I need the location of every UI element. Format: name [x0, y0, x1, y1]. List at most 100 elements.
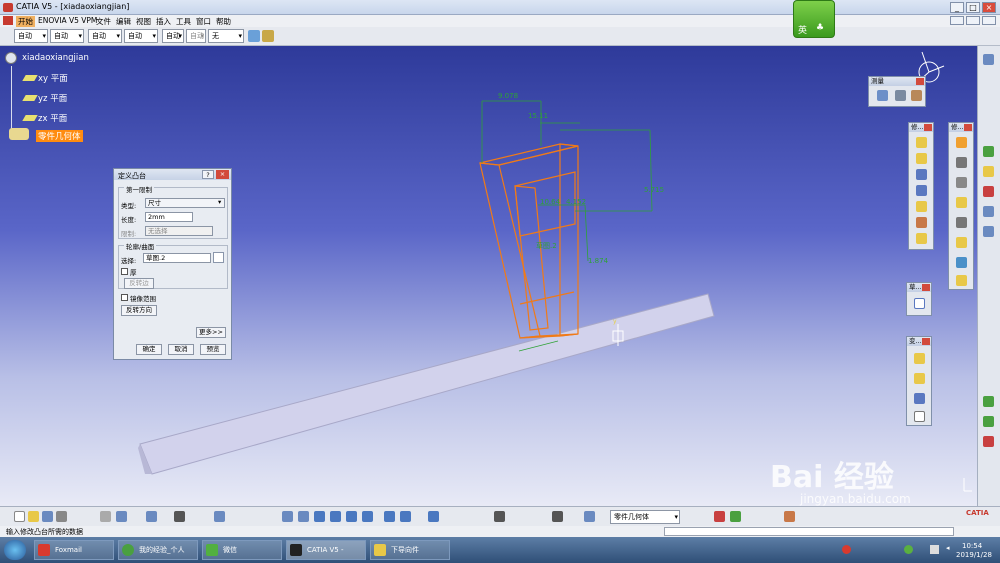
- task-wechat[interactable]: 微信: [202, 540, 282, 560]
- plane-tool-icon[interactable]: [983, 206, 994, 217]
- rotate-icon[interactable]: [330, 511, 341, 522]
- tree-item-body[interactable]: 零件几何体: [36, 130, 83, 142]
- ime-indicator[interactable]: 英 ♣: [793, 0, 835, 38]
- undo-icon[interactable]: [116, 511, 127, 522]
- measure-item-icon[interactable]: [895, 90, 906, 101]
- dialog-help-button[interactable]: ?: [202, 170, 214, 179]
- material-icon[interactable]: [730, 511, 741, 522]
- hole-icon[interactable]: [916, 201, 927, 212]
- menu-start[interactable]: 开始: [16, 16, 35, 27]
- body-combo[interactable]: 零件几何体: [610, 510, 680, 524]
- more-button[interactable]: 更多>>: [196, 327, 226, 338]
- render-combo[interactable]: 无: [208, 29, 244, 43]
- color-combo[interactable]: 自动: [14, 29, 48, 43]
- apply-material-icon[interactable]: [983, 396, 994, 407]
- tree-root[interactable]: xiadaoxiangjian: [22, 53, 89, 63]
- views-icon[interactable]: [400, 511, 411, 522]
- shell-icon[interactable]: [956, 197, 967, 208]
- save-icon[interactable]: [42, 511, 53, 522]
- transparency-combo[interactable]: 自动: [186, 29, 206, 43]
- maximize-button[interactable]: □: [966, 2, 980, 13]
- inertia-icon[interactable]: [911, 90, 922, 101]
- constraint-icon[interactable]: [983, 186, 994, 197]
- menu-file[interactable]: 文件: [96, 16, 111, 27]
- tray-sogou-icon[interactable]: [842, 545, 851, 554]
- thickness-icon[interactable]: [956, 217, 967, 228]
- whats-this-icon[interactable]: [146, 511, 157, 522]
- zoom-out-icon[interactable]: [362, 511, 373, 522]
- profile-input[interactable]: 草图.2: [143, 253, 211, 263]
- pan-icon[interactable]: [314, 511, 325, 522]
- brush-icon[interactable]: [262, 30, 274, 42]
- pocket-icon[interactable]: [916, 153, 927, 164]
- chevron-down-icon[interactable]: ▾: [218, 198, 221, 206]
- thread-icon[interactable]: [956, 237, 967, 248]
- scale-value-icon[interactable]: [552, 511, 563, 522]
- menu-enovia[interactable]: ENOVIA V5 VPM: [38, 16, 97, 25]
- type-select[interactable]: 尺寸: [145, 198, 225, 208]
- normal-view-icon[interactable]: [384, 511, 395, 522]
- length-input[interactable]: 2mm: [145, 212, 193, 222]
- start-button[interactable]: [4, 540, 26, 560]
- point-combo[interactable]: 自动: [124, 29, 158, 43]
- tray-network-icon[interactable]: [930, 545, 939, 554]
- reverse-side-button[interactable]: 反转边: [124, 278, 154, 289]
- rib-icon[interactable]: [916, 217, 927, 228]
- menu-insert[interactable]: 插入: [156, 16, 171, 27]
- thickness-combo[interactable]: 自动: [88, 29, 122, 43]
- part-icon[interactable]: [5, 52, 17, 64]
- doc-minimize-button[interactable]: [950, 16, 964, 25]
- measure-icon[interactable]: [784, 511, 795, 522]
- cancel-button[interactable]: 取消: [168, 344, 194, 355]
- pattern-icon[interactable]: [914, 393, 925, 404]
- groove-icon[interactable]: [916, 185, 927, 196]
- thick-checkbox[interactable]: [121, 268, 128, 275]
- mirror-checkbox[interactable]: [121, 294, 128, 301]
- copy-icon[interactable]: [100, 511, 111, 522]
- measure-between-icon[interactable]: [877, 90, 888, 101]
- analysis-icon[interactable]: [983, 166, 994, 177]
- draft-icon[interactable]: [956, 177, 967, 188]
- shaft-icon[interactable]: [916, 169, 927, 180]
- doc-close-button[interactable]: [982, 16, 996, 25]
- reverse-direction-button[interactable]: 反转方向: [121, 305, 157, 316]
- task-catia[interactable]: CATIA V5 - [xiad...: [286, 540, 366, 560]
- menu-view[interactable]: 视图: [136, 16, 151, 27]
- slot-icon[interactable]: [916, 233, 927, 244]
- dialog-close-button[interactable]: ×: [216, 170, 229, 179]
- axis-icon[interactable]: [983, 226, 994, 237]
- layer-combo[interactable]: 自动: [162, 29, 184, 43]
- open-icon[interactable]: [28, 511, 39, 522]
- linetype-combo[interactable]: 自动: [50, 29, 84, 43]
- catalog-browser-icon[interactable]: [714, 511, 725, 522]
- limit-input[interactable]: 无选择: [145, 226, 213, 236]
- menu-window[interactable]: 窗口: [196, 16, 211, 27]
- task-browser[interactable]: 我的经验_个人中...: [118, 540, 198, 560]
- remove-face-icon[interactable]: [956, 257, 967, 268]
- minimize-button[interactable]: _: [950, 2, 964, 13]
- sketch-edit-icon[interactable]: [213, 252, 224, 263]
- select-icon[interactable]: [983, 54, 994, 65]
- menu-help[interactable]: 帮助: [216, 16, 231, 27]
- fit-all-icon[interactable]: [298, 511, 309, 522]
- formula-icon[interactable]: [174, 511, 185, 522]
- tray-volume-icon[interactable]: ◂: [946, 544, 950, 552]
- body-combo-icon[interactable]: [584, 511, 595, 522]
- tree-item-zx[interactable]: zx 平面: [38, 112, 67, 124]
- paint-icon[interactable]: [248, 30, 260, 42]
- task-folder[interactable]: 下导向件: [370, 540, 450, 560]
- sketcher-icon[interactable]: [983, 146, 994, 157]
- scale-icon[interactable]: [914, 411, 925, 422]
- mirror-icon[interactable]: [914, 373, 925, 384]
- hide-show-icon[interactable]: [494, 511, 505, 522]
- translate-icon[interactable]: [914, 353, 925, 364]
- command-input[interactable]: [664, 527, 954, 536]
- menu-edit[interactable]: 编辑: [116, 16, 131, 27]
- replace-face-icon[interactable]: [956, 275, 967, 286]
- catalog-icon[interactable]: [983, 436, 994, 447]
- menu-tools[interactable]: 工具: [176, 16, 191, 27]
- task-foxmail[interactable]: Foxmail: [34, 540, 114, 560]
- tree-item-xy[interactable]: xy 平面: [38, 72, 68, 84]
- pad-icon[interactable]: [916, 137, 927, 148]
- clock-time[interactable]: 10:54: [962, 542, 982, 550]
